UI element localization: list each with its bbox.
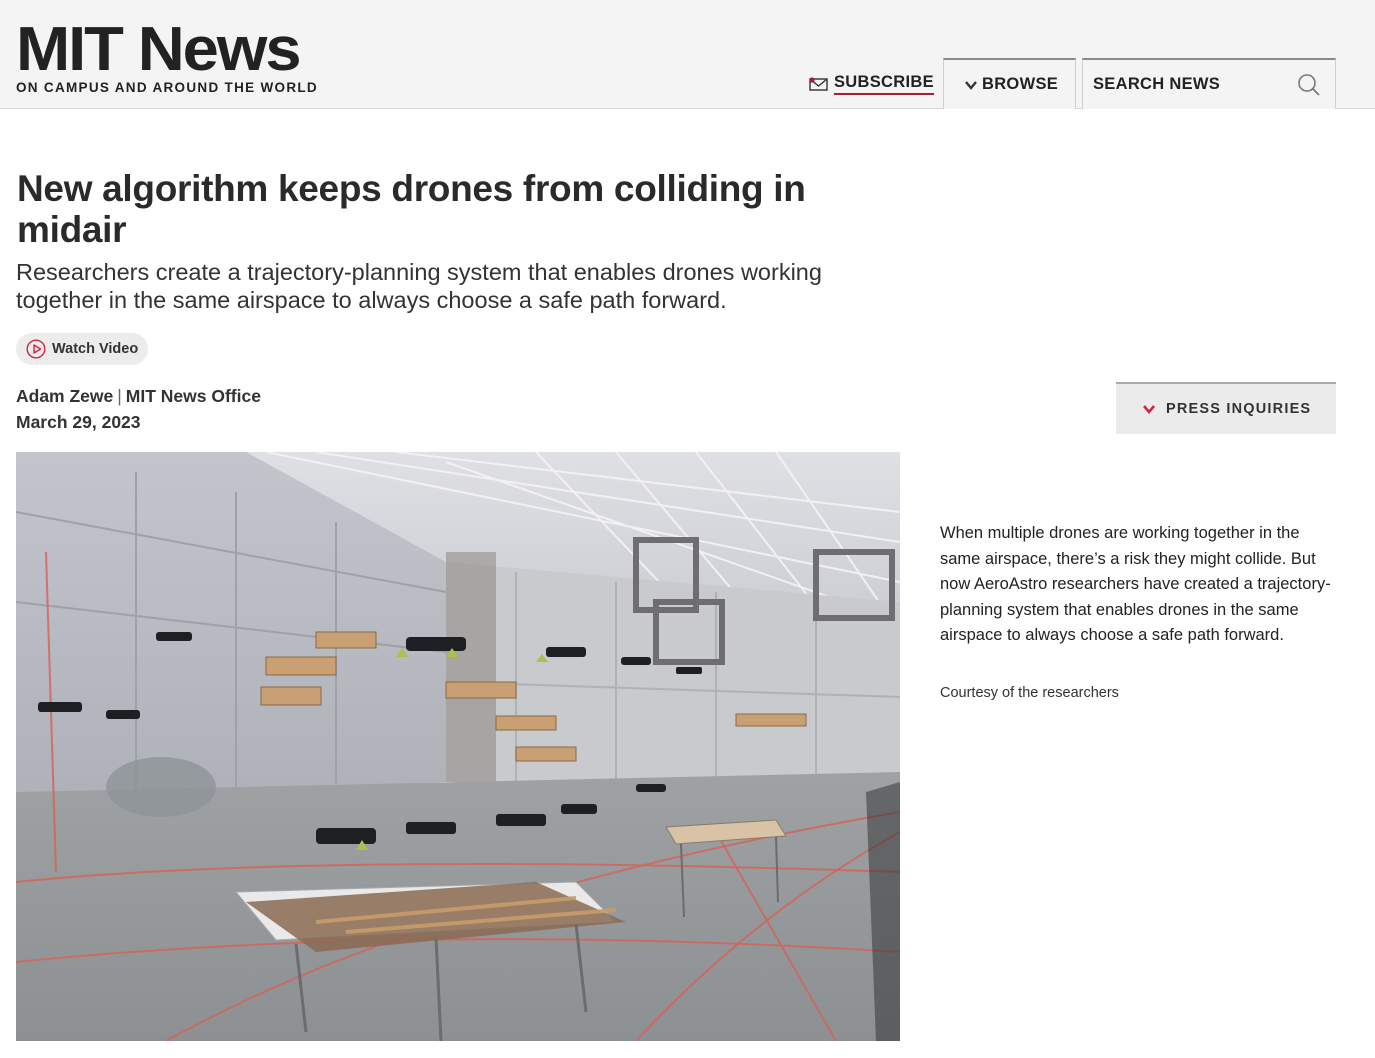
- article-title: New algorithm keeps drones from collidin…: [17, 168, 806, 250]
- publish-date: March 29, 2023: [16, 412, 141, 432]
- article-subtitle: Researchers create a trajectory-planning…: [16, 259, 822, 313]
- chevron-down-icon: [965, 80, 977, 90]
- search-placeholder: SEARCH NEWS: [1093, 75, 1221, 93]
- byline-separator: |: [117, 386, 122, 406]
- mail-icon: [809, 77, 828, 91]
- drone-lab-image: [16, 452, 900, 1041]
- browse-button[interactable]: BROWSE: [943, 58, 1076, 109]
- byline: Adam Zewe | MIT News Office March 29, 2023: [16, 383, 261, 435]
- browse-label: BROWSE: [982, 75, 1059, 93]
- press-inquiries-label: PRESS INQUIRIES: [1166, 401, 1312, 417]
- image-credit: Courtesy of the researchers: [940, 685, 1119, 701]
- site-logo[interactable]: MIT News ON CAMPUS AND AROUND THE WORLD: [16, 19, 318, 96]
- search-input[interactable]: SEARCH NEWS: [1082, 58, 1336, 109]
- chevron-down-icon: [1143, 405, 1155, 415]
- subscribe-label[interactable]: SUBSCRIBE: [834, 73, 934, 95]
- search-icon[interactable]: [1297, 73, 1321, 97]
- office-link[interactable]: MIT News Office: [126, 386, 261, 406]
- watch-video-button[interactable]: Watch Video: [16, 333, 148, 365]
- press-inquiries-button[interactable]: PRESS INQUIRIES: [1116, 382, 1336, 434]
- author-link[interactable]: Adam Zewe: [16, 386, 113, 406]
- subscribe-link[interactable]: SUBSCRIBE: [809, 73, 934, 95]
- site-header: MIT News ON CAMPUS AND AROUND THE WORLD …: [0, 0, 1375, 109]
- logo-title[interactable]: MIT News: [16, 19, 333, 81]
- watch-video-label: Watch Video: [52, 341, 139, 357]
- play-icon: [26, 339, 46, 359]
- article-hero-image[interactable]: [16, 452, 900, 1041]
- image-caption: When multiple drones are working togethe…: [940, 524, 1331, 644]
